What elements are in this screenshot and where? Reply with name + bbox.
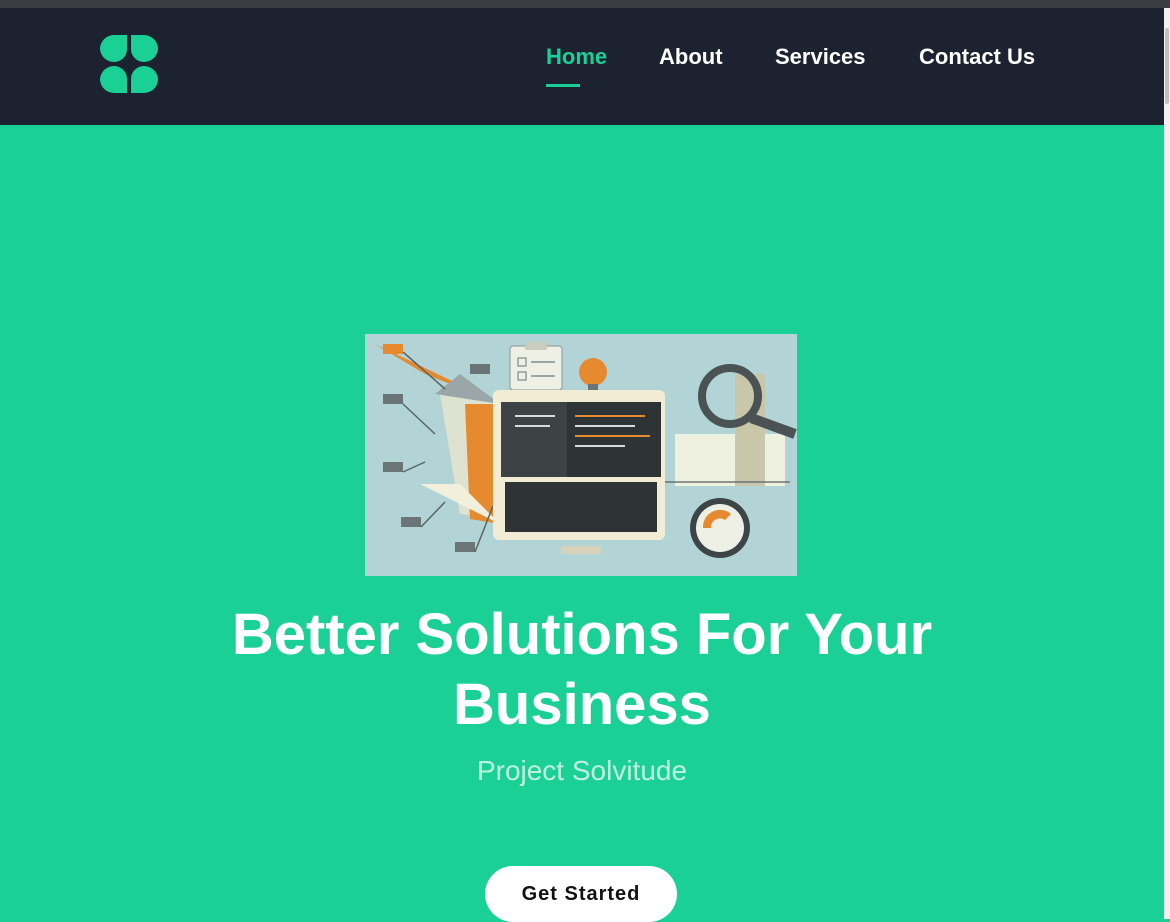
scrollbar-thumb[interactable] — [1165, 28, 1169, 104]
nav-services-label: Services — [775, 44, 866, 69]
nav-about-label: About — [659, 44, 723, 69]
nav-home-link[interactable]: Home — [546, 44, 608, 87]
nav-about-link[interactable]: About — [659, 44, 723, 70]
hero-section: Better Solutions For Your Business Proje… — [0, 125, 1164, 922]
nav-contact-label: Contact Us — [919, 44, 1036, 69]
navbar: Home About Services Contact Us — [0, 8, 1164, 125]
four-petal-logo-icon[interactable] — [100, 35, 158, 93]
nav-contact-link[interactable]: Contact Us — [919, 44, 1035, 70]
page-scrollbar[interactable] — [1164, 8, 1170, 919]
nav-services-link[interactable]: Services — [775, 44, 866, 70]
get-started-button[interactable]: Get Started — [485, 866, 677, 922]
nav-home-label: Home — [546, 44, 608, 69]
browser-top-edge — [0, 0, 1170, 8]
nav-active-underline — [546, 84, 580, 87]
hero-subtitle: Project Solvitude — [476, 755, 688, 786]
hero-title: Better Solutions For Your Business — [231, 602, 933, 737]
laptop-analytics-illustration — [365, 334, 797, 576]
